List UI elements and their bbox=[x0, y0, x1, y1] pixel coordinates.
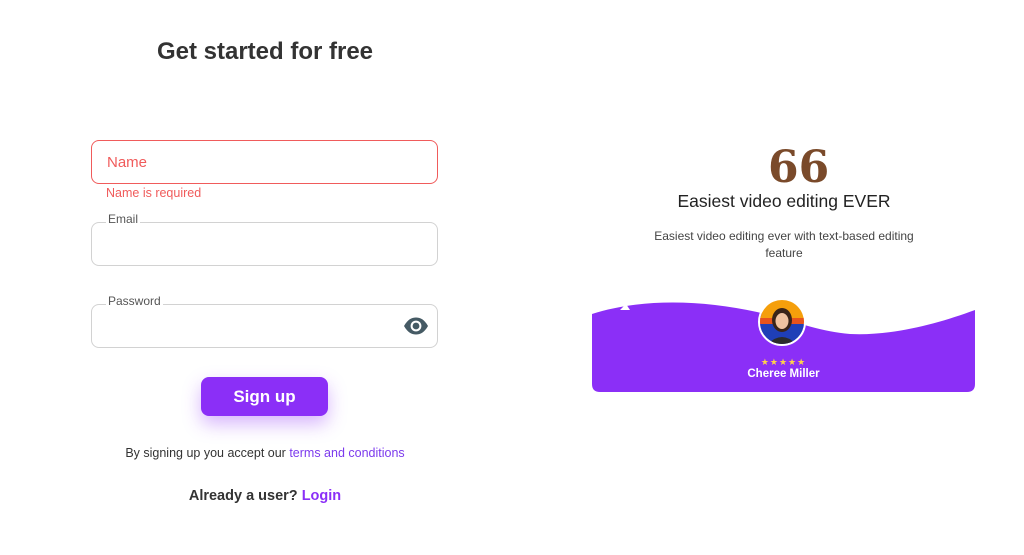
login-prefix: Already a user? bbox=[188, 488, 298, 504]
signup-button[interactable]: Sign up bbox=[201, 377, 328, 416]
name-input[interactable] bbox=[92, 141, 437, 183]
rating-stars: ★★★★★ bbox=[760, 357, 807, 367]
terms-prefix: By signing up you accept our bbox=[125, 446, 286, 460]
testimonial-text: Easiest video editing ever with text-bas… bbox=[654, 229, 914, 260]
email-input[interactable] bbox=[92, 223, 437, 265]
eye-icon[interactable] bbox=[403, 315, 429, 337]
avatar bbox=[758, 298, 806, 346]
password-field[interactable]: Password bbox=[91, 294, 438, 348]
email-field[interactable]: Email bbox=[91, 212, 438, 266]
terms-link[interactable]: terms and conditions bbox=[289, 446, 404, 460]
signup-title: Get started for free bbox=[156, 38, 374, 65]
name-field[interactable] bbox=[91, 140, 438, 184]
password-input[interactable] bbox=[92, 305, 437, 347]
quote-icon: 66 bbox=[768, 142, 830, 193]
terms-text: By signing up you accept our terms and c… bbox=[90, 446, 440, 460]
testimonial-title: Easiest video editing EVER bbox=[677, 191, 891, 211]
name-error-message: Name is required bbox=[106, 186, 202, 200]
login-link[interactable]: Login bbox=[302, 488, 341, 504]
email-label: Email bbox=[106, 212, 141, 226]
testimonial-author: Cheree Miller bbox=[747, 368, 820, 380]
password-label: Password bbox=[106, 294, 163, 308]
login-prompt: Already a user? Login bbox=[90, 488, 440, 504]
